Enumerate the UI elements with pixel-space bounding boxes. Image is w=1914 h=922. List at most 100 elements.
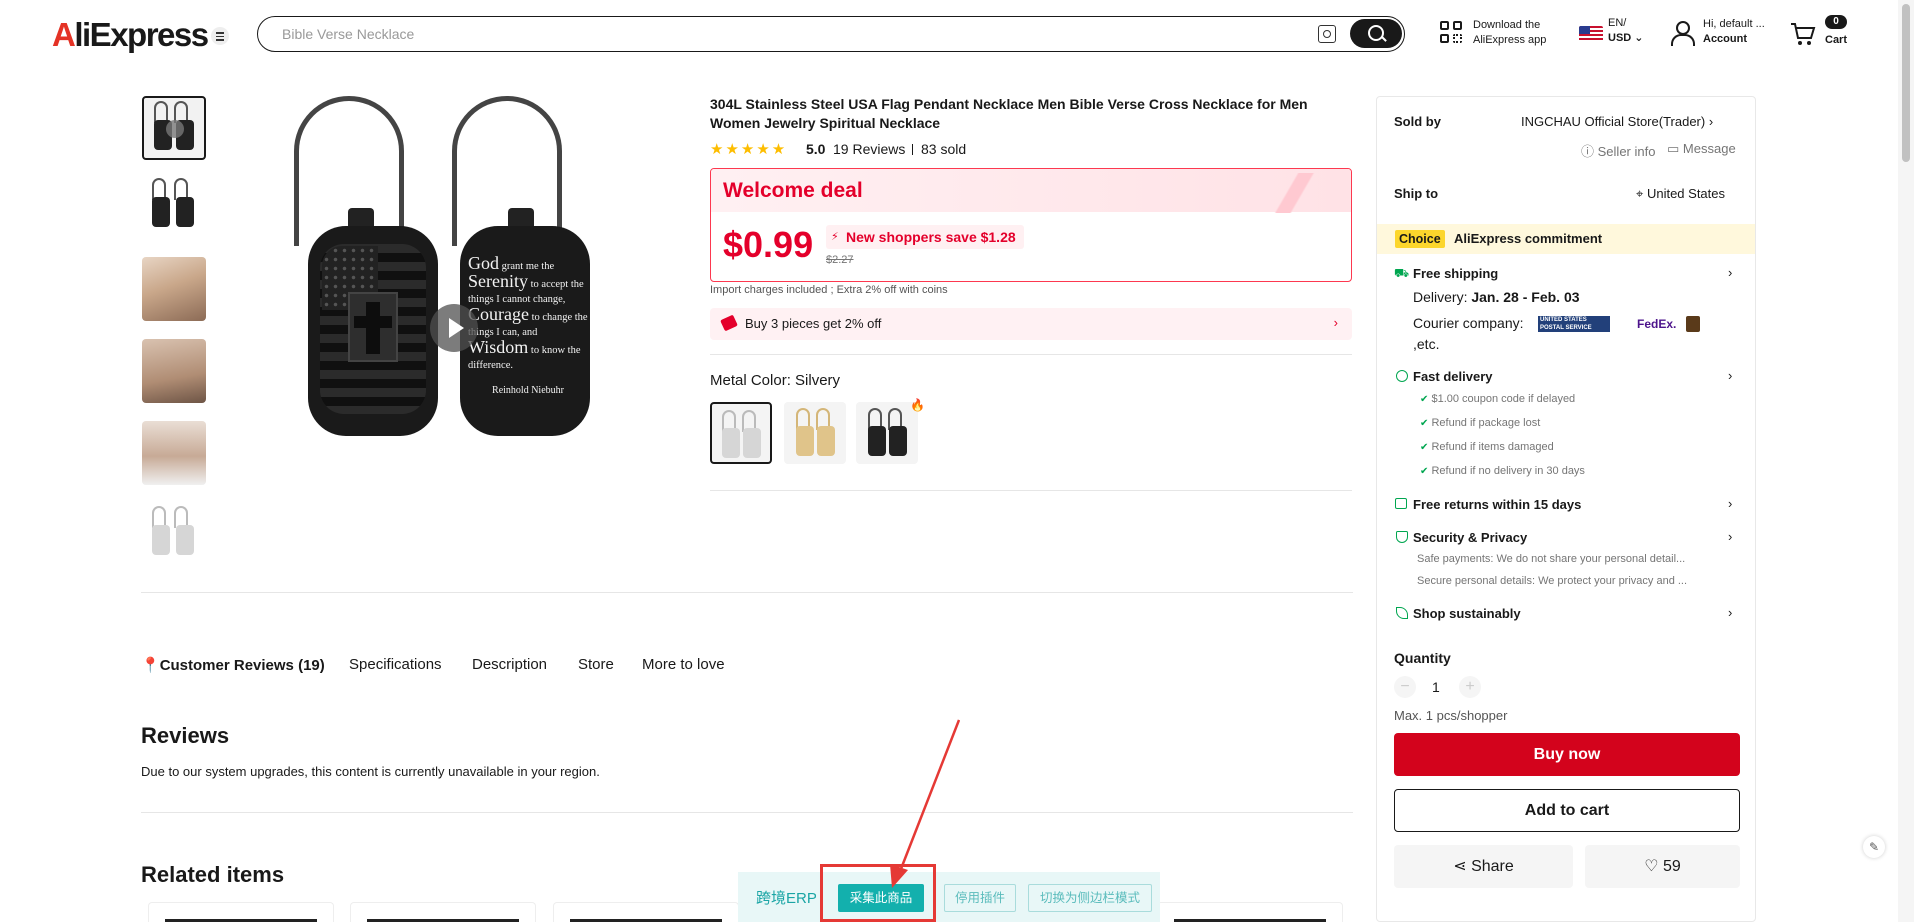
courier-label: Courier company: — [1413, 315, 1524, 331]
shield-icon — [1396, 531, 1408, 543]
language-currency-selector[interactable]: EN/ USD ⌄ — [1608, 16, 1644, 46]
color-swatch-black[interactable] — [856, 402, 918, 464]
aliexpress-logo[interactable]: AliExpress — [52, 16, 209, 54]
usps-logo: UNITED STATES POSTAL SERVICE — [1538, 316, 1610, 332]
play-icon[interactable] — [430, 304, 478, 352]
color-label: Metal Color: Silvery — [710, 372, 841, 389]
tab-description[interactable]: Description — [472, 656, 547, 673]
color-swatch-silvery[interactable] — [710, 402, 772, 464]
cart-label[interactable]: Cart — [1825, 33, 1847, 48]
divider — [710, 354, 1352, 355]
wishlist-button[interactable]: ♡ 59 — [1585, 845, 1740, 888]
chevron-right-icon[interactable]: › — [1728, 265, 1732, 280]
fast-delivery[interactable]: Fast delivery — [1413, 369, 1493, 384]
ship-to-selector[interactable]: ⌖ United States — [1636, 186, 1725, 202]
promo-bar[interactable]: Buy 3 pieces get 2% off › — [710, 308, 1352, 340]
chevron-down-icon: ⌄ — [1634, 32, 1644, 44]
add-to-cart-button[interactable]: Add to cart — [1394, 789, 1740, 832]
star-rating: ★★★★★ — [710, 141, 788, 158]
qr-code-icon[interactable] — [1440, 21, 1464, 45]
reviews-link[interactable]: 19 Reviews — [833, 141, 905, 157]
divider — [141, 592, 1353, 593]
thumbnail-video[interactable] — [142, 96, 206, 160]
hamburger-icon[interactable] — [211, 27, 229, 45]
message-link[interactable]: ▭ Message — [1667, 141, 1736, 157]
cart-icon[interactable] — [1790, 22, 1816, 46]
related-item-card[interactable] — [553, 902, 739, 922]
sold-by-label: Sold by — [1394, 114, 1441, 129]
choice-badge: Choice — [1395, 230, 1445, 248]
check-icon: ✔ — [1420, 466, 1429, 477]
search-button[interactable] — [1350, 19, 1402, 48]
share-icon: ⋖ — [1453, 858, 1467, 875]
tab-customer-reviews[interactable]: 📍Customer Reviews (19) — [141, 656, 325, 674]
disable-plugin-button[interactable]: 停用插件 — [944, 884, 1016, 912]
cart-count-badge: 0 — [1825, 15, 1847, 29]
product-title: 304L Stainless Steel USA Flag Pendant Ne… — [710, 96, 1308, 131]
etc-text: ,etc. — [1413, 336, 1440, 352]
heart-icon: ♡ — [1644, 858, 1659, 875]
reviews-unavailable-note: Due to our system upgrades, this content… — [141, 764, 600, 779]
edit-icon[interactable]: ✎ — [1863, 836, 1885, 858]
quantity-plus-button[interactable]: + — [1459, 676, 1481, 698]
chevron-right-icon[interactable]: › — [1728, 605, 1732, 620]
account-menu[interactable]: Hi, default ... Account — [1703, 17, 1765, 47]
security-privacy[interactable]: Security & Privacy — [1413, 530, 1527, 545]
fedex-logo: FedEx. — [1637, 317, 1677, 331]
buy-now-button[interactable]: Buy now — [1394, 733, 1740, 776]
chevron-right-icon[interactable]: › — [1728, 368, 1732, 383]
verse-text: God grant me the Serenity to accept the … — [468, 253, 588, 396]
chevron-right-icon: › — [1333, 315, 1338, 330]
delivery-dates: Delivery: Jan. 28 - Feb. 03 — [1413, 289, 1580, 305]
related-item-card[interactable] — [1157, 902, 1343, 922]
tab-specifications[interactable]: Specifications — [349, 656, 442, 673]
fast-item-2: ✔ Refund if package lost — [1420, 417, 1541, 429]
image-search-icon[interactable] — [1318, 25, 1336, 43]
related-item-card[interactable] — [350, 902, 536, 922]
quantity-label: Quantity — [1394, 650, 1451, 666]
info-icon: ⓘ — [1581, 144, 1595, 159]
related-item-card[interactable] — [148, 902, 334, 922]
thumbnail-5[interactable] — [142, 421, 206, 485]
chevron-right-icon[interactable]: › — [1728, 529, 1732, 544]
seller-info-link[interactable]: ⓘ Seller info — [1581, 141, 1655, 160]
user-icon[interactable] — [1670, 20, 1695, 46]
rating-value: 5.0 — [806, 141, 826, 157]
deal-title: Welcome deal — [723, 179, 863, 202]
quantity-minus-button[interactable]: − — [1394, 676, 1416, 698]
thumbnail-6[interactable] — [142, 503, 206, 567]
annotation-arrow — [890, 719, 960, 888]
check-icon: ✔ — [1420, 442, 1429, 453]
switch-sidebar-mode-button[interactable]: 切换为侧边栏模式 — [1028, 884, 1152, 912]
download-app-link[interactable]: Download the AliExpress app — [1473, 18, 1546, 48]
ship-to-label: Ship to — [1394, 186, 1439, 201]
page-scrollbar[interactable] — [1898, 0, 1914, 922]
search-input[interactable] — [282, 24, 1182, 44]
free-shipping[interactable]: Free shipping — [1413, 266, 1498, 281]
thumbnail-2[interactable] — [142, 175, 206, 239]
quantity-value[interactable]: 1 — [1432, 679, 1440, 695]
check-icon: ✔ — [1420, 394, 1429, 405]
choice-commitment-bar: Choice AliExpress commitment — [1377, 224, 1755, 254]
tab-store[interactable]: Store — [578, 656, 614, 673]
thumbnail-3[interactable] — [142, 257, 206, 321]
tab-more-to-love[interactable]: More to love — [642, 656, 725, 673]
location-pin-icon: 📍 — [141, 657, 160, 674]
color-swatch-gold[interactable] — [784, 402, 846, 464]
share-button[interactable]: ⋖ Share — [1394, 845, 1573, 888]
hot-flame-icon: 🔥 — [910, 398, 925, 412]
original-price: $2.27 — [826, 254, 854, 266]
shop-sustainably[interactable]: Shop sustainably — [1413, 606, 1521, 621]
chevron-right-icon[interactable]: › — [1728, 496, 1732, 511]
fast-item-1: ✔ $1.00 coupon code if delayed — [1420, 393, 1576, 405]
store-link[interactable]: INGCHAU Official Store(Trader) › — [1521, 114, 1713, 129]
check-icon: ✔ — [1420, 418, 1429, 429]
tag-icon — [720, 314, 738, 332]
free-returns[interactable]: Free returns within 15 days — [1413, 497, 1581, 512]
scrollbar-thumb[interactable] — [1902, 4, 1910, 162]
main-product-image[interactable]: God grant me the Serenity to accept the … — [290, 96, 600, 476]
thumbnail-4[interactable] — [142, 339, 206, 403]
divider — [141, 812, 1353, 813]
truck-icon: ⛟ — [1394, 266, 1410, 280]
sold-count: 83 sold — [921, 141, 967, 157]
